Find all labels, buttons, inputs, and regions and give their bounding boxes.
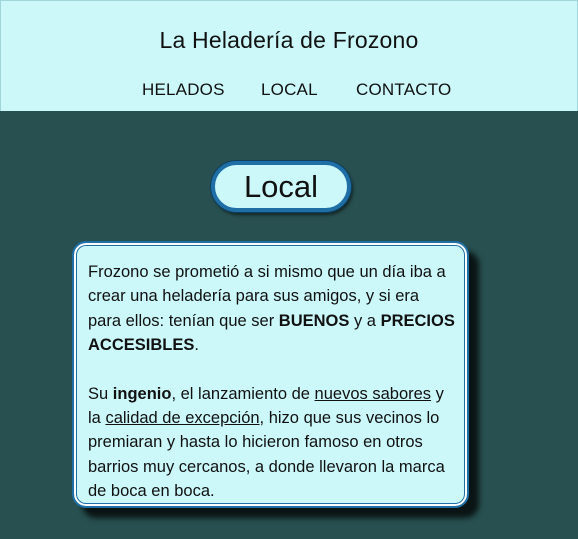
- intro-text: y a: [349, 311, 381, 330]
- intro-bold-buenos: BUENOS: [278, 311, 350, 330]
- story-paragraph: Su ingenio, el lanzamiento de nuevos sab…: [88, 382, 455, 504]
- nav-link-local[interactable]: LOCAL: [261, 80, 318, 100]
- story-text: Su: [88, 384, 113, 403]
- intro-text: .: [194, 336, 199, 355]
- section-title: Local: [211, 161, 351, 212]
- site-header: La Heladería de Frozono HELADOS LOCAL CO…: [0, 0, 578, 111]
- nav-link-contacto[interactable]: CONTACTO: [356, 80, 451, 100]
- story-text: , el lanzamiento de: [171, 384, 315, 403]
- intro-paragraph: Frozono se prometió a si mismo que un dí…: [88, 260, 455, 358]
- site-title: La Heladería de Frozono: [159, 27, 419, 53]
- story-underline-nuevos-sabores: nuevos sabores: [314, 384, 432, 403]
- story-underline-calidad: calidad de excepción: [105, 409, 260, 428]
- nav-link-helados[interactable]: HELADOS: [142, 80, 225, 100]
- main-nav: HELADOS LOCAL CONTACTO: [1, 80, 577, 104]
- story-bold-ingenio: ingenio: [112, 384, 172, 403]
- content-card: Frozono se prometió a si mismo que un dí…: [72, 241, 469, 508]
